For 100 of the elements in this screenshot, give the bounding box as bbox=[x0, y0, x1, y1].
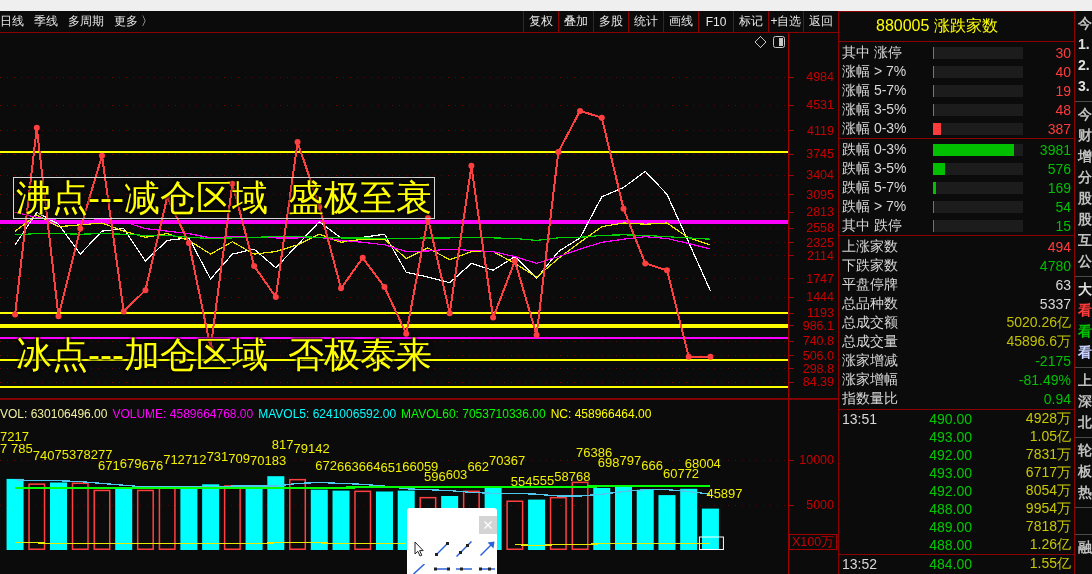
count-value: 40 bbox=[1055, 63, 1071, 80]
category-label: 涨幅 3-5% bbox=[842, 100, 908, 119]
legend-item: MAVOL60: 7053710336.00 bbox=[401, 407, 546, 421]
value-label: 740 bbox=[32, 447, 55, 463]
value-label: 662 bbox=[467, 458, 490, 474]
tick-time: 13:52 bbox=[842, 556, 878, 572]
axis-label: 1193 bbox=[807, 306, 834, 321]
stat-value: 45896.6万 bbox=[1006, 332, 1071, 351]
value-label: 79142 bbox=[293, 441, 330, 457]
stat-value: -2175 bbox=[1035, 352, 1071, 369]
tick-amount: 4928万 bbox=[1025, 410, 1071, 428]
axis-label: 506.0 bbox=[802, 348, 834, 363]
value-label: 663 bbox=[337, 458, 359, 474]
stat-value: -81.49% bbox=[1018, 371, 1071, 388]
value-label: 7217 bbox=[0, 428, 29, 444]
axis-label: 10000 bbox=[799, 453, 834, 467]
legend-item: NC: 458966464.00 bbox=[550, 407, 652, 421]
axis-label: 1444 bbox=[806, 290, 834, 305]
count-value: 576 bbox=[1047, 160, 1071, 177]
stat-value: 5020.26亿 bbox=[1006, 313, 1071, 332]
tick-amount: 1.05亿 bbox=[1029, 428, 1071, 446]
axis-label: 3404 bbox=[806, 168, 834, 183]
value-label: 797 bbox=[619, 453, 642, 469]
axis-label: 5000 bbox=[806, 498, 834, 512]
value-label: 676 bbox=[141, 457, 164, 473]
tick-amount: 8054万 bbox=[1025, 482, 1071, 500]
stat-label: 总成交量 bbox=[842, 332, 898, 351]
value-label: 753 bbox=[54, 446, 77, 462]
count-value: 30 bbox=[1055, 44, 1071, 61]
value-label: 554 bbox=[510, 474, 533, 489]
category-label: 其中 跌停 bbox=[842, 216, 903, 235]
stat-label: 涨家增减 bbox=[842, 351, 898, 370]
tick-price: 493.00 bbox=[929, 429, 972, 445]
tick-price: 484.00 bbox=[929, 556, 972, 572]
legend-item: VOL: 630106496.00 bbox=[0, 407, 108, 421]
axis-label: 4531 bbox=[806, 98, 834, 113]
stat-label: 涨家增幅 bbox=[842, 370, 898, 389]
category-label: 涨幅 0-3% bbox=[842, 119, 908, 138]
axis-label: 4119 bbox=[807, 123, 834, 138]
tick-price: 488.00 bbox=[929, 537, 972, 553]
axis-label: 2325 bbox=[806, 235, 834, 250]
value-label: 709 bbox=[228, 450, 251, 466]
value-label: 555 bbox=[532, 472, 555, 488]
tick-amount: 6717万 bbox=[1025, 464, 1071, 482]
value-label: 672 bbox=[315, 457, 337, 473]
count-value: 19 bbox=[1055, 82, 1071, 99]
count-value: 387 bbox=[1047, 120, 1071, 137]
stat-value: 63 bbox=[1055, 276, 1071, 293]
axis-label: 84.39 bbox=[802, 375, 834, 390]
tick-price: 493.00 bbox=[929, 465, 972, 481]
value-label: 664 bbox=[358, 458, 381, 474]
tick-price: 488.00 bbox=[929, 501, 972, 517]
value-label: 679 bbox=[119, 456, 142, 472]
legend-item: VOLUME: 4589664768.00 bbox=[112, 407, 254, 421]
category-label: 跌幅 5-7% bbox=[842, 178, 908, 197]
stat-label: 上涨家数 bbox=[842, 237, 898, 256]
stat-value: 4780 bbox=[1039, 257, 1071, 274]
value-label: 70183 bbox=[250, 453, 287, 469]
category-label: 涨幅 5-7% bbox=[842, 81, 908, 100]
stat-label: 下跌家数 bbox=[842, 256, 898, 275]
tick-amount: 7818万 bbox=[1025, 518, 1071, 536]
tick-amount: 9954万 bbox=[1025, 500, 1071, 518]
axis-label: 3745 bbox=[806, 147, 834, 162]
category-label: 其中 涨停 bbox=[842, 43, 903, 62]
value-label: 603 bbox=[445, 467, 468, 483]
count-value: 15 bbox=[1055, 217, 1071, 234]
value-label: 731 bbox=[206, 449, 229, 465]
axis-label: 4984 bbox=[806, 70, 834, 84]
stat-label: 平盘停牌 bbox=[842, 275, 898, 294]
value-label: 70367 bbox=[489, 453, 526, 469]
axis-label: 2114 bbox=[807, 248, 834, 263]
value-label: 666 bbox=[641, 457, 663, 473]
axis-label: 1747 bbox=[806, 271, 834, 286]
value-label: 45897 bbox=[706, 486, 743, 502]
count-value: 169 bbox=[1047, 179, 1071, 196]
axis-label: 2558 bbox=[806, 221, 834, 236]
tick-price: 492.00 bbox=[929, 483, 972, 499]
stat-label: 总品种数 bbox=[842, 294, 898, 313]
value-label: 785 bbox=[11, 441, 33, 457]
value-label: 651 bbox=[380, 460, 403, 476]
tick-amount: 7831万 bbox=[1025, 446, 1071, 464]
legend-item: MAVOL5: 6241006592.00 bbox=[258, 407, 397, 421]
panel-title: 880005 涨跌家数 bbox=[876, 16, 998, 36]
value-label: 712 bbox=[184, 452, 207, 468]
value-label: 78277 bbox=[76, 446, 113, 462]
tick-price: 490.00 bbox=[929, 411, 972, 427]
tick-price: 489.00 bbox=[929, 519, 972, 535]
category-label: 跌幅 > 7% bbox=[842, 197, 908, 216]
count-value: 54 bbox=[1055, 198, 1071, 215]
tick-amount: 1.55亿 bbox=[1029, 555, 1071, 573]
tick-time: 13:51 bbox=[842, 411, 878, 427]
axis-label: 3095 bbox=[806, 187, 834, 202]
stat-label: 总成交额 bbox=[842, 313, 898, 332]
count-value: 3981 bbox=[1039, 141, 1071, 158]
axis-label: 986.1 bbox=[802, 318, 834, 333]
axis-label: 298.8 bbox=[802, 361, 834, 376]
value-label: 712 bbox=[163, 452, 185, 468]
stat-value: 0.94 bbox=[1043, 390, 1071, 407]
value-label: 817 bbox=[271, 437, 294, 452]
category-label: 涨幅 > 7% bbox=[842, 62, 908, 81]
